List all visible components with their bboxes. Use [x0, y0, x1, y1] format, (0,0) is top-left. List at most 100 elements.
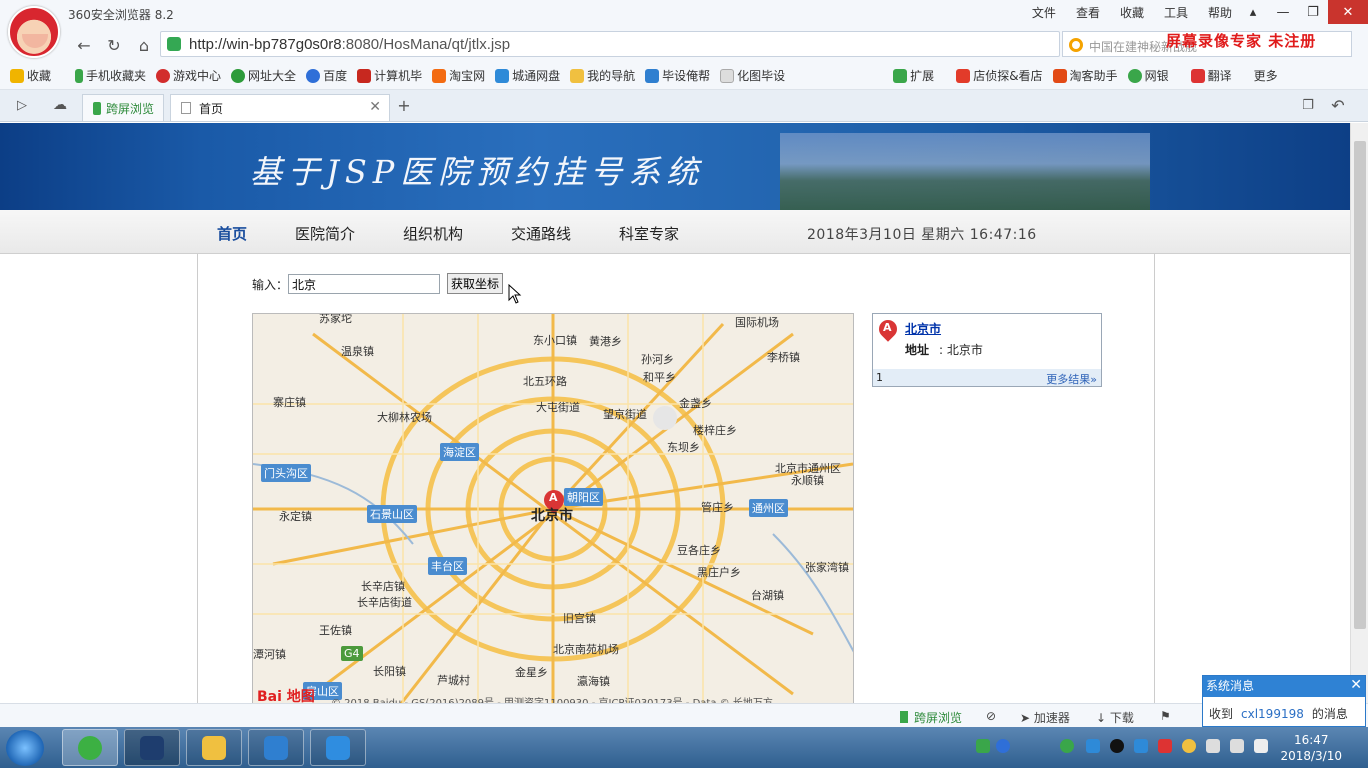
wechat-icon[interactable]	[1060, 739, 1074, 753]
nav-traffic-routes[interactable]: 交通路线	[511, 223, 571, 244]
refresh-icon[interactable]: ↻	[102, 34, 126, 56]
network-icon[interactable]	[1230, 739, 1244, 753]
result-page-number[interactable]: 1	[876, 371, 883, 384]
status-cross-screen[interactable]: 跨屏浏览	[900, 709, 962, 726]
video-icon	[645, 68, 660, 83]
bookmark-item[interactable]: 店侦探&看店	[956, 67, 1043, 84]
nav-home[interactable]: 首页	[217, 223, 247, 244]
map-place-label: 苏家坨	[319, 313, 352, 325]
site-nav: 首页 医院简介 组织机构 交通路线 科室专家 2018年3月10日 星期六 16…	[0, 210, 1350, 254]
taskbar-explorer[interactable]	[186, 729, 242, 766]
back-icon[interactable]: ←	[72, 34, 96, 56]
volume-icon[interactable]	[1254, 739, 1268, 753]
new-tab-icon[interactable]: +	[392, 94, 416, 116]
map-place-label: 潭河镇	[253, 648, 286, 661]
bookmark-item[interactable]: 网址大全	[231, 67, 296, 84]
star-icon	[10, 68, 24, 83]
cloud-icon[interactable]: ☁	[48, 94, 72, 116]
taskbar-360-browser[interactable]	[62, 729, 118, 766]
nav-departments-experts[interactable]: 科室专家	[619, 223, 679, 244]
map-place-label: 芦城村	[437, 674, 470, 687]
vertical-scrollbar[interactable]	[1350, 123, 1368, 703]
bookmark-item[interactable]: 城通网盘	[495, 67, 560, 84]
taskbar-app[interactable]	[124, 729, 180, 766]
bookmark-item[interactable]: 化图毕设	[720, 67, 785, 84]
close-tab-icon[interactable]: ✕	[369, 99, 381, 115]
bookmark-item[interactable]: 网银	[1127, 67, 1169, 84]
tab-bar: ▷ ☁ 跨屏浏览 首页 ✕ + ❐ ↶	[0, 90, 1368, 122]
nav-hospital-intro[interactable]: 医院简介	[295, 223, 355, 244]
bookmark-more[interactable]: 更多	[1254, 67, 1278, 84]
tab-cross-screen[interactable]: 跨屏浏览	[82, 94, 164, 121]
menu-favorites[interactable]: 收藏	[1112, 4, 1152, 22]
menu-file[interactable]: 文件	[1024, 4, 1064, 22]
start-button[interactable]	[6, 730, 44, 766]
bank-icon	[1127, 68, 1142, 83]
district-label: 朝阳区	[564, 488, 603, 506]
map-copyright: © 2018 Baidu - GS(2016)2089号 - 甲测资字11009…	[253, 694, 853, 703]
message-sender-link[interactable]: cxl199198	[1241, 707, 1304, 721]
window-controls: ▴ — ❐ ✕	[1238, 0, 1368, 24]
tray-icon[interactable]	[1206, 739, 1220, 753]
close-button[interactable]: ✕	[1328, 0, 1368, 24]
get-coordinates-button[interactable]: 获取坐标	[447, 273, 504, 294]
bookmark-item[interactable]: 淘宝网	[432, 67, 485, 84]
tray-clock[interactable]: 16:47 2018/3/10	[1280, 732, 1342, 764]
tray-icon[interactable]	[1086, 739, 1100, 753]
menu-view[interactable]: 查看	[1068, 4, 1108, 22]
url-input[interactable]: http://win-bp787g0s0r8:8080/HosMana/qt/j…	[160, 31, 1060, 57]
district-label: 门头沟区	[261, 464, 311, 482]
tray-icon[interactable]	[1134, 739, 1148, 753]
more-results-link[interactable]: 更多结果»	[1046, 371, 1097, 387]
skin-icon[interactable]: ▴	[1238, 0, 1268, 24]
bookmark-item[interactable]: 游戏中心	[156, 67, 221, 84]
map-place-label: 黑庄户乡	[697, 566, 741, 579]
status-download[interactable]: ↓ 下载	[1096, 709, 1134, 726]
bookmark-item[interactable]: 手机收藏夹	[75, 67, 146, 84]
site-banner: 基于JSP医院预约挂号系统	[0, 123, 1350, 210]
bookmark-item[interactable]: 淘客助手	[1052, 67, 1118, 84]
result-address-label: 地址	[905, 343, 930, 357]
page-icon	[181, 102, 191, 114]
bookmark-item[interactable]: 我的导航	[570, 67, 635, 84]
minimize-button[interactable]: —	[1268, 0, 1298, 24]
user-avatar[interactable]	[8, 6, 60, 58]
block-icon[interactable]: ⊘	[986, 709, 996, 723]
scrollbar-thumb[interactable]	[1354, 141, 1366, 629]
undo-close-icon[interactable]: ↶	[1326, 94, 1350, 116]
taskbar-recorder[interactable]	[310, 729, 366, 766]
tab-list-icon[interactable]: ❐	[1296, 94, 1320, 116]
url-host: http://win-bp787g0s0r8	[189, 36, 342, 53]
road-badge: G4	[341, 646, 363, 661]
qq-icon[interactable]	[1110, 739, 1124, 753]
menu-tools[interactable]: 工具	[1156, 4, 1196, 22]
flag-icon[interactable]: ⚑	[1160, 709, 1171, 723]
map-place-label: 寨庄镇	[273, 396, 306, 409]
tray-icon[interactable]	[1158, 739, 1172, 753]
bookmark-item[interactable]: 计算机毕	[357, 67, 422, 84]
maximize-button[interactable]: ❐	[1298, 0, 1328, 24]
close-icon[interactable]: ✕	[1350, 677, 1362, 693]
secure-shield-icon	[167, 37, 181, 51]
tray-icon[interactable]	[976, 739, 990, 753]
bookmark-item[interactable]: 百度	[306, 67, 347, 84]
bookmark-item[interactable]: 毕设俺帮	[645, 67, 710, 84]
sidebar-toggle-icon[interactable]: ▷	[10, 94, 34, 116]
taskbar-wps[interactable]	[248, 729, 304, 766]
map-place-label: 大柳林农场	[377, 411, 432, 424]
menu-help[interactable]: 帮助	[1200, 4, 1240, 22]
bookmark-item[interactable]: 翻译	[1190, 67, 1232, 84]
district-label: 海淀区	[440, 443, 479, 461]
city-input[interactable]	[288, 274, 440, 294]
tray-icon[interactable]	[1182, 739, 1196, 753]
nav-organization[interactable]: 组织机构	[403, 223, 463, 244]
browser-icon	[78, 735, 102, 760]
tab-home[interactable]: 首页 ✕	[170, 94, 390, 121]
bookmark-extensions[interactable]: 扩展	[893, 67, 934, 84]
baidu-map[interactable]: 苏家坨 国际机场 东小口镇 黄港乡 温泉镇 孙河乡 李桥镇 北五环路 和平乡 寨…	[252, 313, 854, 703]
home-icon[interactable]: ⌂	[132, 34, 156, 56]
help-icon[interactable]	[996, 739, 1010, 753]
result-title-link[interactable]: 北京市	[905, 320, 941, 337]
status-accelerator[interactable]: ➤ 加速器	[1020, 709, 1070, 726]
bookmark-favorites[interactable]: 收藏	[10, 67, 51, 84]
